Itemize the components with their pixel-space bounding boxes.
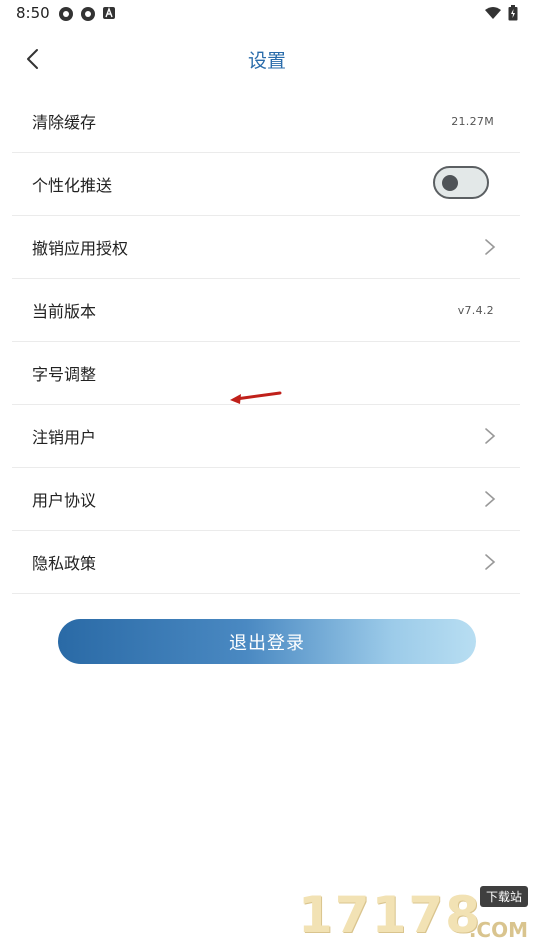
row-label: 用户协议 — [32, 491, 97, 510]
deregister-user-row[interactable]: 注销用户 — [12, 405, 520, 468]
chevron-right-icon — [485, 554, 496, 570]
revoke-authorization-row[interactable]: 撤销应用授权 — [12, 216, 520, 279]
toggle-knob — [442, 175, 458, 191]
push-notification-row: 个性化推送 — [12, 153, 520, 216]
row-label: 当前版本 — [32, 302, 97, 321]
app-version-row: 当前版本 v7.4.2 — [12, 279, 520, 342]
app-a-icon — [103, 7, 115, 19]
row-label: 注销用户 — [32, 428, 97, 447]
app-notification-icon — [81, 7, 95, 21]
row-label: 隐私政策 — [32, 554, 97, 573]
row-label: 字号调整 — [32, 365, 97, 384]
watermark: 17178 下载站 .COM — [298, 886, 528, 944]
watermark-sub-top: 下载站 — [479, 886, 528, 907]
cache-size-value: 21.27M — [451, 114, 494, 128]
row-label: 清除缓存 — [32, 113, 97, 132]
privacy-policy-row[interactable]: 隐私政策 — [12, 531, 520, 594]
header: 设置 — [0, 28, 534, 90]
user-agreement-row[interactable]: 用户协议 — [12, 468, 520, 531]
chevron-right-icon — [485, 239, 496, 255]
status-icons-right — [484, 5, 518, 21]
status-time: 8:50 — [16, 4, 50, 22]
chevron-right-icon — [485, 491, 496, 507]
row-label: 个性化推送 — [32, 176, 113, 195]
version-value: v7.4.2 — [457, 303, 494, 317]
clear-cache-row[interactable]: 清除缓存 21.27M — [12, 90, 520, 153]
row-label: 撤销应用授权 — [32, 239, 129, 258]
settings-list: 清除缓存 21.27M 个性化推送 撤销应用授权 当前版本 v7.4.2 字号调… — [12, 90, 520, 594]
page-title: 设置 — [247, 50, 286, 72]
chevron-right-icon — [485, 428, 496, 444]
watermark-sub-bottom: .COM — [468, 918, 528, 942]
red-arrow-icon — [230, 391, 282, 404]
watermark-main: 17178 — [298, 886, 482, 944]
font-size-row[interactable]: 字号调整 — [12, 342, 520, 405]
wifi-icon — [485, 7, 501, 19]
push-toggle[interactable] — [433, 166, 489, 199]
status-bar: 8:50 — [0, 0, 534, 28]
logout-button[interactable]: 退出登录 — [58, 619, 476, 664]
battery-icon — [508, 5, 518, 21]
status-icons-left — [58, 6, 116, 22]
app-notification-icon — [59, 7, 73, 21]
